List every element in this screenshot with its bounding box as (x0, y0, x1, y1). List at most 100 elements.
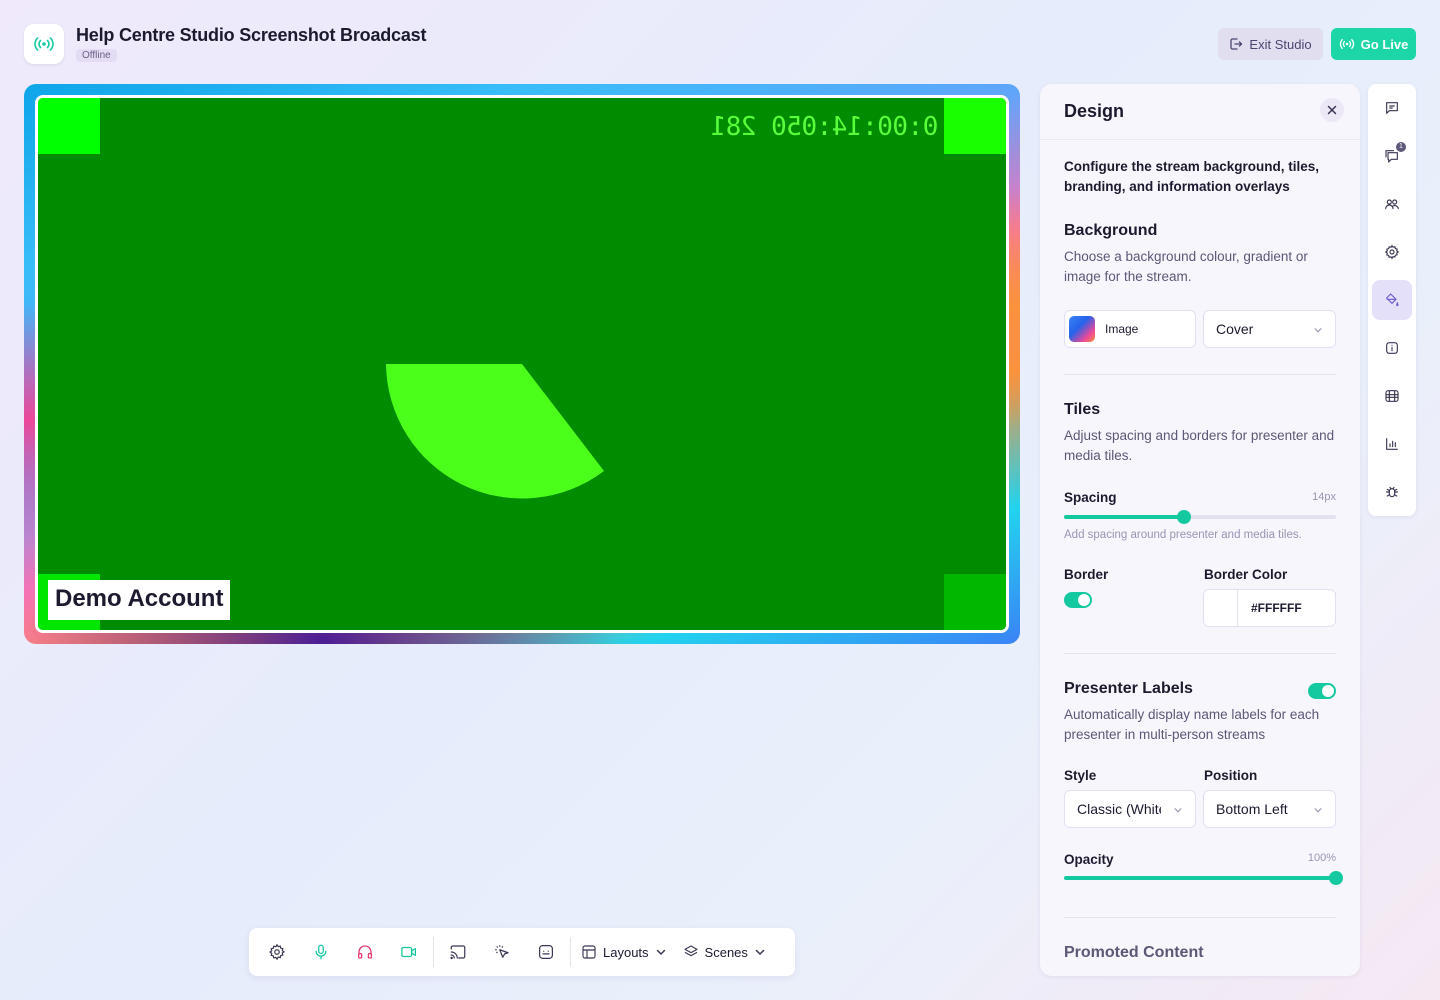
background-section-title: Background (1064, 222, 1158, 239)
border-color-field[interactable]: #FFFFFF (1203, 589, 1336, 627)
microphone-button[interactable] (299, 934, 343, 970)
media-icon (1385, 390, 1399, 402)
opacity-slider-fill (1064, 876, 1336, 880)
rail-settings-button[interactable] (1372, 232, 1412, 272)
analytics-icon (1386, 438, 1398, 450)
label-style-select[interactable]: Classic (White) (1064, 790, 1196, 828)
headphones-icon (357, 945, 373, 959)
layouts-dropdown[interactable]: Layouts (573, 934, 675, 970)
rail-media-button[interactable] (1372, 376, 1412, 416)
background-fit-value: Cover (1216, 321, 1254, 337)
rail-questions-button[interactable]: 1 (1372, 136, 1412, 176)
captions-icon (539, 945, 553, 959)
border-color-swatch (1204, 590, 1238, 626)
layout-icon (582, 945, 596, 959)
corner-marker (944, 574, 1006, 630)
toolbar-divider (433, 937, 434, 967)
panel-intro: Configure the stream background, tiles, … (1064, 159, 1320, 194)
pointer-button[interactable] (480, 934, 524, 970)
exit-studio-button[interactable]: Exit Studio (1218, 28, 1323, 60)
label-style-value: Classic (White) (1077, 801, 1161, 817)
spacing-value: 14px (1312, 491, 1336, 503)
border-color-label: Border Color (1204, 567, 1288, 582)
broadcast-icon (34, 37, 54, 51)
chevron-down-icon (755, 949, 765, 956)
scenes-label: Scenes (704, 944, 748, 960)
close-icon (1327, 105, 1337, 115)
section-divider (1064, 374, 1336, 375)
exit-studio-label: Exit Studio (1249, 36, 1312, 52)
corner-marker (38, 98, 100, 154)
participants-icon (1385, 199, 1399, 210)
position-label: Position (1204, 768, 1258, 783)
opacity-slider-thumb[interactable] (1329, 871, 1343, 885)
rail-analytics-button[interactable] (1372, 424, 1412, 464)
rail-chat-button[interactable] (1372, 88, 1412, 128)
scenes-dropdown[interactable]: Scenes (675, 934, 774, 970)
style-label: Style (1064, 768, 1097, 783)
headphones-button[interactable] (343, 934, 387, 970)
presenter-tile[interactable]: 0:00:14:050 281 Demo Account (35, 95, 1009, 633)
background-swatch (1069, 316, 1095, 342)
settings-icon (1384, 244, 1400, 260)
settings-icon (269, 943, 286, 961)
spacing-label: Spacing (1064, 490, 1117, 505)
status-badge: Offline (76, 49, 117, 62)
border-label: Border (1064, 567, 1109, 582)
studio-toolbar: Layouts Scenes (249, 928, 795, 976)
camera-icon (401, 946, 417, 958)
corner-marker (944, 98, 1006, 154)
tiles-section-title: Tiles (1064, 401, 1101, 418)
spacing-slider-thumb[interactable] (1176, 510, 1191, 524)
opacity-label: Opacity (1064, 852, 1114, 867)
chat-icon (1386, 102, 1398, 114)
chevron-down-icon (656, 949, 665, 956)
tiles-section-desc: Adjust spacing and borders for presenter… (1064, 428, 1335, 463)
exit-icon (1230, 38, 1243, 50)
stream-stage: 0:00:14:050 281 Demo Account (24, 84, 1020, 644)
test-pattern-shape (386, 364, 604, 499)
section-divider (1064, 917, 1336, 918)
opacity-value: 100% (1307, 852, 1336, 864)
design-icon (1386, 293, 1399, 307)
toolbar-divider (570, 937, 571, 967)
spacing-slider[interactable] (1064, 510, 1336, 524)
label-position-select[interactable]: Bottom Left (1203, 790, 1336, 828)
debug-icon (1386, 486, 1398, 498)
label-position-value: Bottom Left (1216, 801, 1288, 817)
promoted-content-title: Promoted Content (1064, 944, 1204, 961)
microphone-icon (315, 944, 327, 960)
spacing-slider-fill (1064, 515, 1184, 519)
panel-title: Design (1064, 101, 1125, 121)
camera-button[interactable] (387, 934, 431, 970)
chevron-down-icon (1314, 328, 1322, 333)
cast-button[interactable] (436, 934, 480, 970)
background-section-desc: Choose a background colour, gradient or … (1064, 249, 1308, 284)
go-live-label: Go Live (1360, 36, 1409, 52)
settings-button[interactable] (255, 934, 299, 970)
app-logo (24, 24, 64, 64)
rail-design-button[interactable] (1372, 280, 1412, 320)
close-panel-button[interactable] (1320, 98, 1344, 122)
spacing-hint: Add spacing around presenter and media t… (1064, 529, 1302, 541)
cast-icon (450, 945, 466, 960)
opacity-slider[interactable] (1064, 871, 1343, 885)
background-type-label: Image (1105, 322, 1139, 336)
border-toggle[interactable] (1064, 592, 1092, 608)
panel-header: Design (1040, 84, 1360, 140)
background-type-select[interactable]: Image (1064, 310, 1196, 348)
rail-participants-button[interactable] (1372, 184, 1412, 224)
chevron-down-icon (1314, 808, 1322, 813)
go-live-button[interactable]: Go Live (1331, 28, 1416, 60)
rail-debug-button[interactable] (1372, 472, 1412, 512)
border-color-value: #FFFFFF (1251, 601, 1302, 615)
layouts-label: Layouts (603, 944, 649, 960)
side-rail: 1 (1368, 84, 1416, 516)
background-fit-select[interactable]: Cover (1203, 310, 1336, 348)
captions-button[interactable] (524, 934, 568, 970)
rail-info-button[interactable] (1372, 328, 1412, 368)
presenter-name-label: Demo Account (48, 580, 231, 620)
section-divider (1064, 653, 1336, 654)
layers-icon (683, 945, 698, 957)
presenter-labels-toggle[interactable] (1308, 683, 1336, 699)
